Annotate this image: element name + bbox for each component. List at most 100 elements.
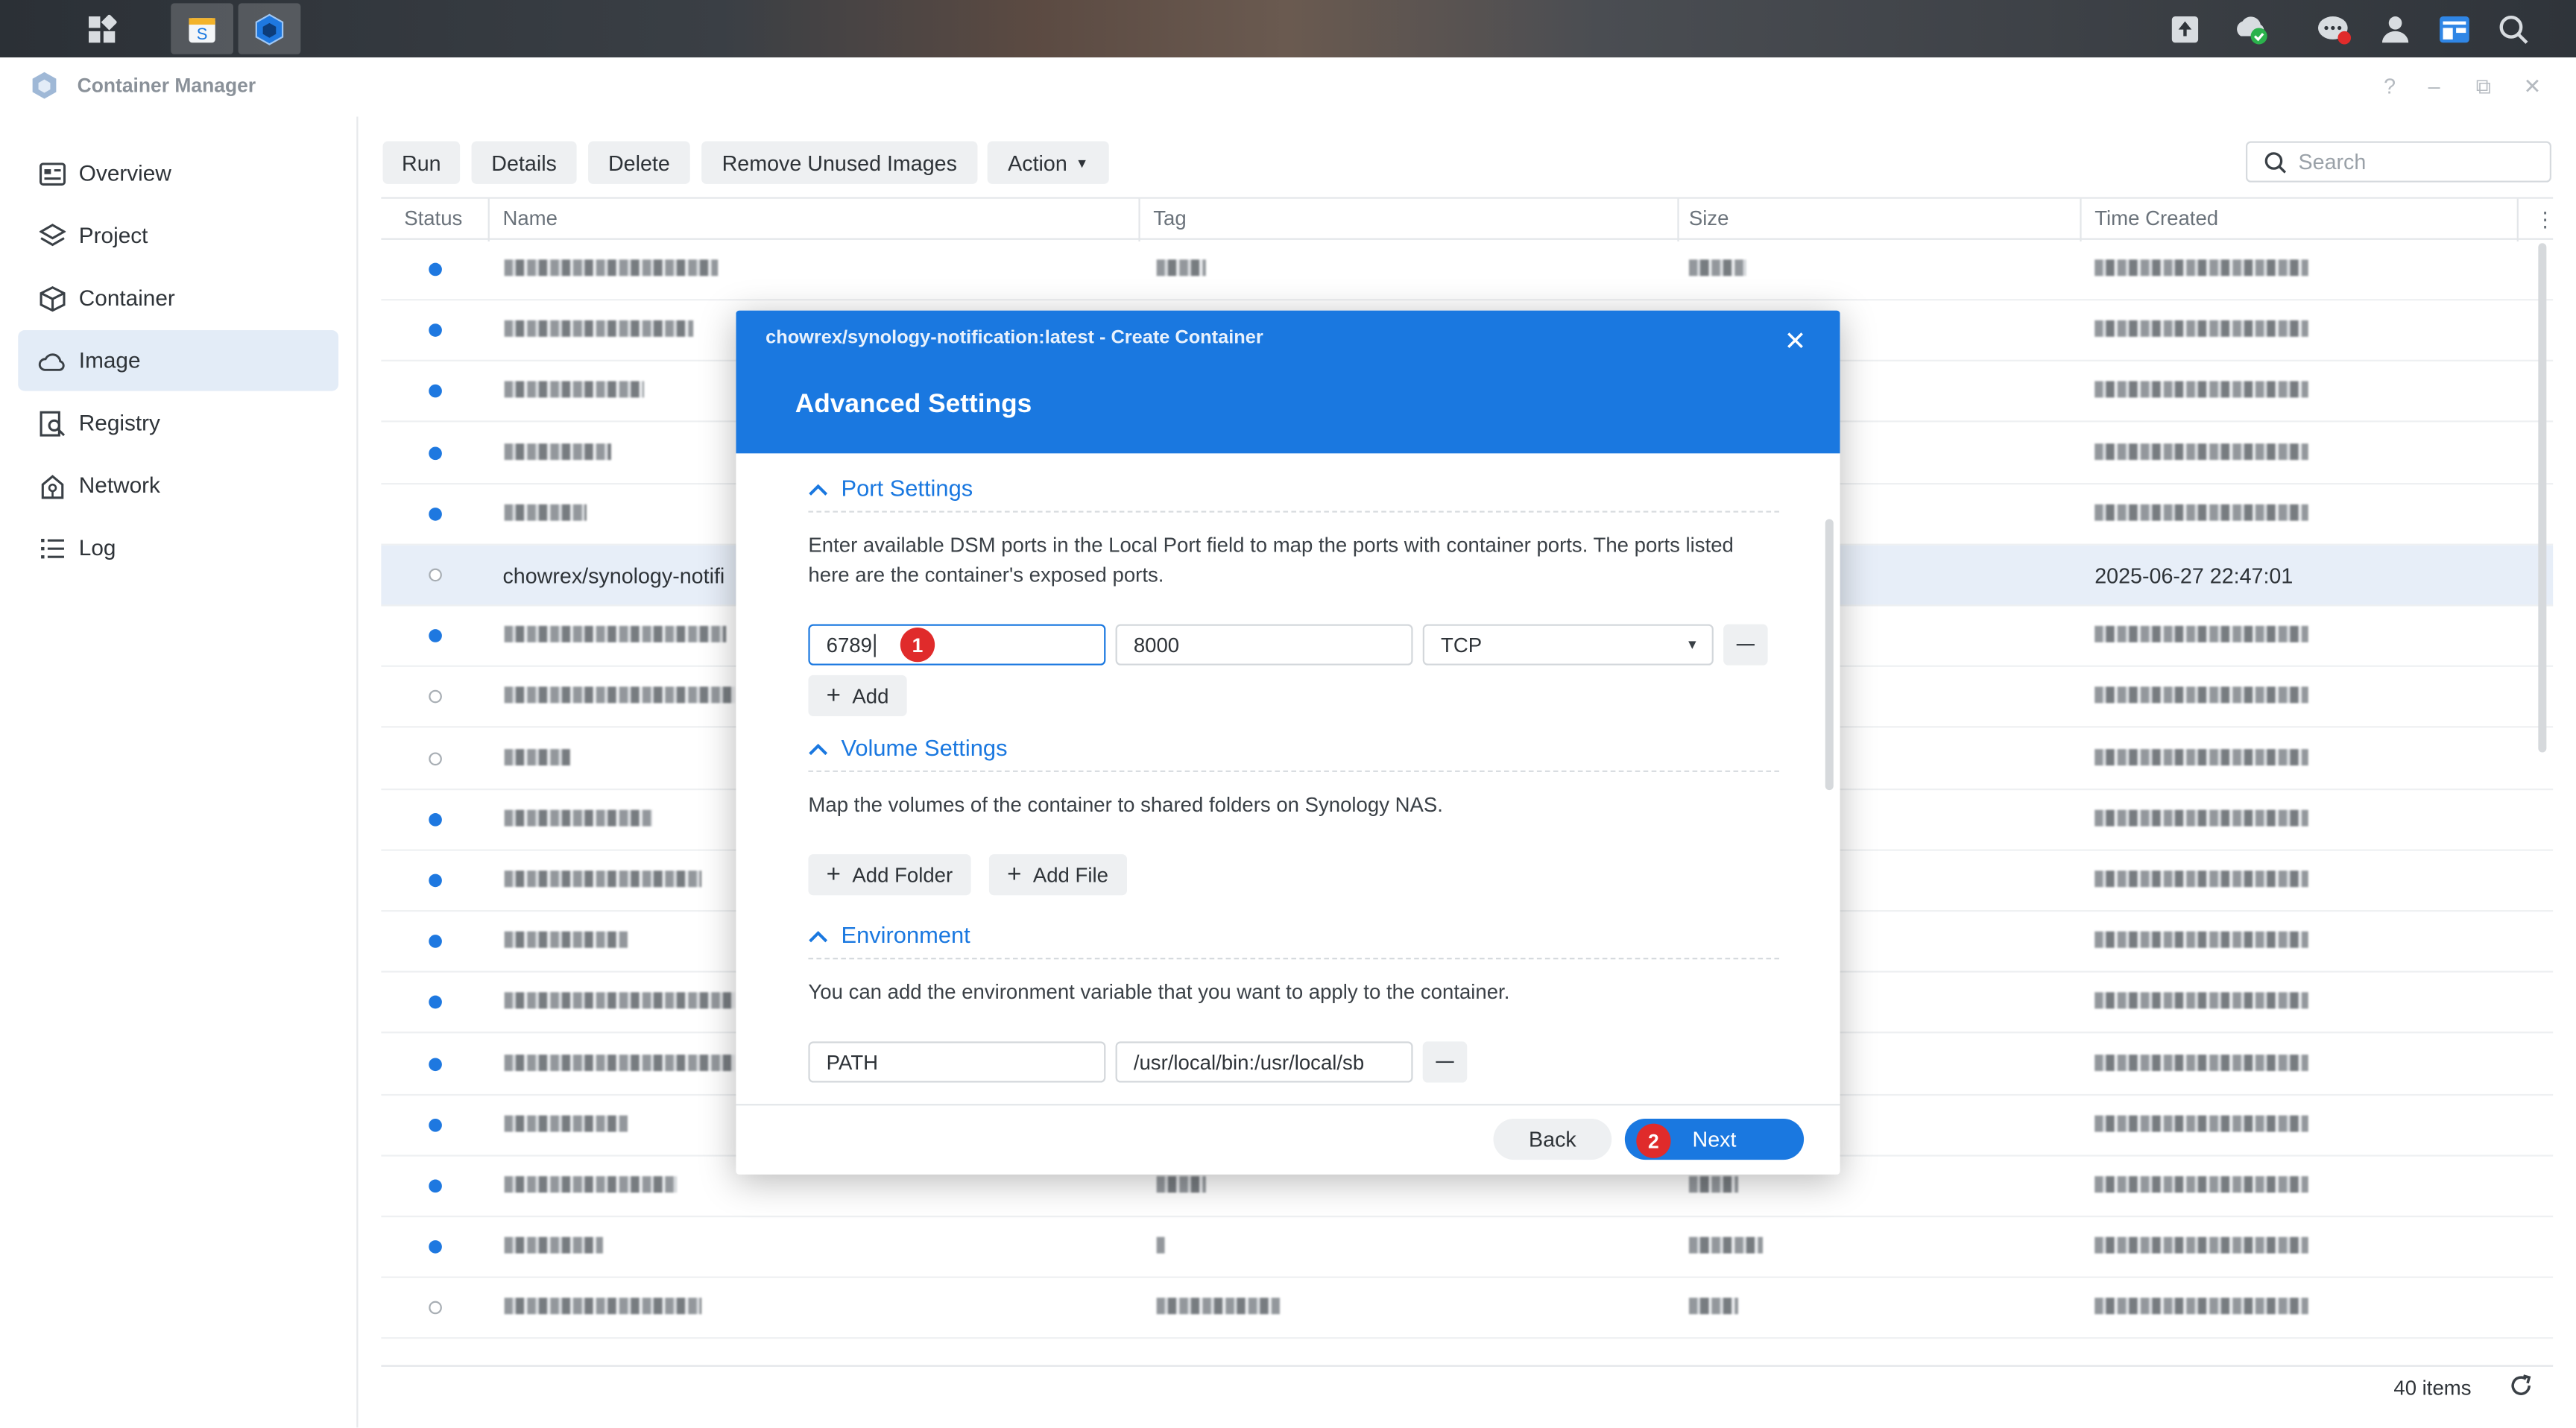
env-variable-name-input[interactable]: PATH	[808, 1041, 1106, 1083]
column-status[interactable]: Status	[404, 207, 462, 230]
env-variable-name: PATH	[826, 1050, 879, 1074]
redacted-tag	[1156, 259, 1206, 277]
redacted-size	[1688, 1298, 1738, 1315]
column-time-created[interactable]: Time Created	[2094, 207, 2218, 230]
status-running-dot	[429, 507, 442, 521]
overview-icon	[38, 159, 66, 187]
minimize-icon[interactable]: –	[2428, 74, 2440, 98]
status-running-dot	[429, 873, 442, 888]
add-port-button[interactable]: + Add	[808, 674, 907, 716]
close-icon[interactable]: ✕	[1784, 325, 1807, 358]
redacted-size	[1688, 1176, 1738, 1193]
cube-icon	[38, 284, 66, 312]
redacted-time	[2094, 871, 2308, 888]
dialog-body: Port Settings Enter available DSM ports …	[736, 453, 1840, 1104]
items-count: 40 items	[2393, 1377, 2472, 1400]
column-name[interactable]: Name	[502, 207, 557, 230]
delete-button[interactable]: Delete	[588, 141, 690, 184]
sidebar: Overview Project Container Image Registr…	[0, 116, 359, 1428]
table-row[interactable]	[381, 1279, 2554, 1340]
sidebar-item-label: Registry	[78, 411, 160, 436]
widgets-icon[interactable]	[2423, 3, 2486, 54]
section-title: Volume Settings	[841, 734, 1008, 761]
add-folder-label: Add Folder	[852, 863, 953, 887]
column-tag[interactable]: Tag	[1153, 207, 1186, 230]
environment-header[interactable]: Environment	[808, 922, 970, 948]
status-stopped-dot	[429, 568, 442, 582]
redacted-name	[504, 932, 628, 949]
column-options-icon[interactable]: ⋮	[2535, 207, 2556, 232]
action-label: Action	[1008, 150, 1067, 175]
cloud-icon	[38, 347, 66, 374]
upload-icon[interactable]	[2154, 3, 2217, 54]
protocol-select[interactable]: TCP ▼	[1422, 624, 1714, 666]
remove-unused-images-button[interactable]: Remove Unused Images	[701, 141, 978, 184]
status-running-dot	[429, 1118, 442, 1132]
redacted-time	[2094, 748, 2308, 765]
search-input[interactable]: Search	[2246, 141, 2551, 183]
dialog-scrollbar[interactable]	[1825, 519, 1834, 791]
port-settings-header[interactable]: Port Settings	[808, 475, 973, 501]
cloud-sync-icon[interactable]	[2220, 3, 2282, 54]
run-button[interactable]: Run	[382, 141, 461, 184]
sidebar-item-registry[interactable]: Registry	[18, 393, 338, 454]
env-variable-value-input[interactable]: /usr/local/bin:/usr/local/sb	[1115, 1041, 1413, 1083]
chevron-up-icon	[808, 475, 828, 501]
sidebar-item-project[interactable]: Project	[18, 206, 338, 267]
dialog-header: chowrex/synology-notification:latest - C…	[736, 310, 1840, 454]
chat-icon[interactable]	[2303, 3, 2366, 54]
redacted-name	[504, 1298, 702, 1315]
redacted-time	[2094, 504, 2308, 521]
redacted-name	[504, 1237, 603, 1254]
port-settings-description: Enter available DSM ports in the Local P…	[808, 534, 1734, 587]
close-window-icon[interactable]: ✕	[2523, 74, 2541, 100]
add-label: Add	[852, 684, 889, 707]
restore-icon[interactable]: ⧉	[2476, 74, 2491, 100]
local-port-input[interactable]: 6789	[808, 624, 1106, 666]
step-badge-1: 1	[900, 627, 935, 663]
details-button[interactable]: Details	[471, 141, 577, 184]
column-size[interactable]: Size	[1689, 207, 1729, 230]
user-icon[interactable]	[2364, 3, 2427, 54]
image-name: chowrex/synology-notifi	[502, 563, 725, 589]
search-icon[interactable]	[2482, 3, 2545, 54]
sidebar-item-container[interactable]: Container	[18, 268, 338, 329]
status-running-dot	[429, 446, 442, 460]
remove-env-button[interactable]	[1422, 1041, 1468, 1083]
plus-icon: +	[1007, 860, 1022, 889]
redacted-size	[1688, 1237, 1763, 1254]
container-manager-icon[interactable]	[238, 3, 301, 54]
sidebar-item-network[interactable]: Network	[18, 455, 338, 516]
help-icon[interactable]: ?	[2384, 74, 2396, 98]
status-stopped-dot	[429, 751, 442, 765]
table-row[interactable]	[381, 240, 2554, 301]
dialog-title: chowrex/synology-notification:latest - C…	[765, 328, 1263, 349]
back-button[interactable]: Back	[1493, 1118, 1612, 1160]
status-stopped-dot	[429, 1301, 442, 1315]
list-icon	[38, 534, 66, 561]
add-folder-button[interactable]: + Add Folder	[808, 854, 971, 896]
sidebar-item-image[interactable]: Image	[18, 330, 339, 391]
plus-icon: +	[826, 860, 841, 889]
table-row[interactable]	[381, 1218, 2554, 1279]
table-scrollbar[interactable]	[2538, 243, 2547, 753]
package-center-icon[interactable]: S	[171, 3, 233, 54]
status-running-dot	[429, 629, 442, 643]
remove-port-button[interactable]	[1723, 624, 1768, 666]
sidebar-item-log[interactable]: Log	[18, 517, 338, 578]
container-port-input[interactable]: 8000	[1115, 624, 1413, 666]
sidebar-item-overview[interactable]: Overview	[18, 143, 338, 204]
chevron-up-icon	[808, 734, 828, 760]
refresh-icon[interactable]	[2509, 1374, 2534, 1406]
redacted-time	[2094, 1115, 2308, 1132]
step-badge-2: 2	[1636, 1123, 1671, 1158]
apps-grid-icon[interactable]	[71, 3, 133, 54]
volume-settings-header[interactable]: Volume Settings	[808, 734, 1007, 760]
sidebar-item-label: Overview	[78, 161, 171, 186]
add-file-button[interactable]: + Add File	[988, 854, 1127, 896]
chevron-up-icon	[808, 922, 828, 948]
redacted-time	[2094, 626, 2308, 643]
table-footer	[381, 1365, 2554, 1410]
search-placeholder: Search	[2298, 149, 2367, 174]
action-dropdown[interactable]: Action ▼	[987, 141, 1109, 184]
